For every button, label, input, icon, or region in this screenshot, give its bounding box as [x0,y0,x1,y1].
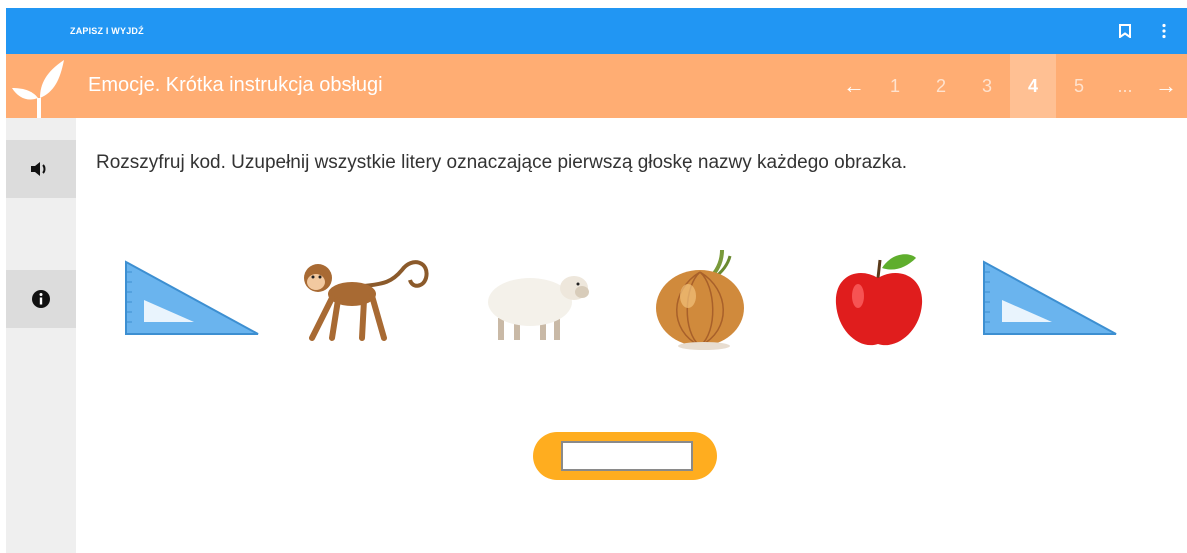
top-bar: ZAPISZ I WYJDŹ [6,8,1187,54]
page-3-button[interactable]: 3 [964,54,1010,118]
page-1-button[interactable]: 1 [872,54,918,118]
lesson-header: Emocje. Krótka instrukcja obsługi ← 1 2 … [6,54,1187,118]
page-4-button-current[interactable]: 4 [1010,54,1056,118]
answer-input[interactable] [561,441,693,471]
page-5-button[interactable]: 5 [1056,54,1102,118]
info-button[interactable] [6,270,76,328]
leaf-icon [12,60,64,118]
task-instruction: Rozszyfruj kod. Uzupełnij wszystkie lite… [96,152,908,173]
sidebar [6,118,76,553]
info-icon [32,290,50,308]
audio-button[interactable] [6,140,76,198]
save-and-exit-button[interactable]: ZAPISZ I WYJDŹ [70,26,144,36]
speaker-icon [31,162,46,176]
next-page-arrow-icon[interactable]: → [1148,54,1184,118]
more-pages-button[interactable]: ... [1102,54,1148,118]
prev-page-arrow-icon[interactable]: ← [836,54,872,118]
bookmark-icon[interactable] [1119,24,1131,38]
set-square-picture [983,260,1117,335]
set-square-picture [125,260,259,335]
apple-picture [835,254,923,346]
lesson-title: Emocje. Krótka instrukcja obsługi [88,74,383,96]
more-vert-icon[interactable] [1160,23,1168,39]
monkey-picture [304,260,429,341]
answer-container [533,432,717,480]
onion-picture [656,249,744,350]
sheep-picture [488,276,589,340]
page-2-button[interactable]: 2 [918,54,964,118]
page-navigation: ← 1 2 3 4 5 ... → [836,54,1184,118]
